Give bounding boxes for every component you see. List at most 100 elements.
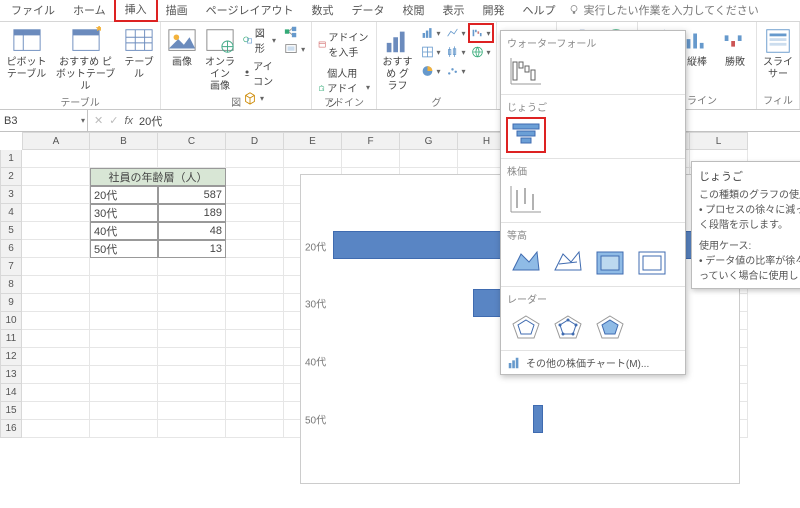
- row-header[interactable]: 6: [0, 240, 22, 258]
- chevron-down-icon[interactable]: ▾: [81, 116, 85, 125]
- row-header[interactable]: 10: [0, 312, 22, 330]
- models-button[interactable]: ▾: [241, 90, 278, 106]
- cell[interactable]: [90, 384, 158, 402]
- icons-button[interactable]: アイコン: [241, 57, 278, 89]
- cell[interactable]: [22, 330, 90, 348]
- slicer-button[interactable]: スライサー: [761, 24, 795, 83]
- formula-value[interactable]: 20代: [139, 113, 162, 129]
- cancel-icon[interactable]: ✕: [94, 114, 103, 127]
- row-header[interactable]: 11: [0, 330, 22, 348]
- waterfall-chart-thumb[interactable]: [507, 54, 545, 88]
- cell[interactable]: [226, 348, 284, 366]
- cell[interactable]: [226, 240, 284, 258]
- cell[interactable]: [90, 348, 158, 366]
- cell[interactable]: [158, 330, 226, 348]
- cell[interactable]: [158, 384, 226, 402]
- col-g[interactable]: G: [400, 132, 458, 150]
- tab-pagelayout[interactable]: ページレイアウト: [197, 0, 303, 21]
- shapes-button[interactable]: 図形▾: [241, 24, 278, 56]
- cell[interactable]: [22, 222, 90, 240]
- row-header[interactable]: 14: [0, 384, 22, 402]
- tab-formulas[interactable]: 数式: [302, 0, 342, 21]
- spark-wl-button[interactable]: 勝敗: [718, 24, 752, 71]
- col-e[interactable]: E: [284, 132, 342, 150]
- fx-button[interactable]: fx: [124, 115, 133, 127]
- row-header[interactable]: 1: [0, 150, 22, 168]
- cell[interactable]: 13: [158, 240, 226, 258]
- scatter-chart-button[interactable]: ▾: [444, 62, 468, 80]
- cell[interactable]: [342, 150, 400, 168]
- cell[interactable]: [90, 420, 158, 438]
- screenshot-button[interactable]: ▾: [282, 41, 307, 57]
- cell[interactable]: [158, 150, 226, 168]
- cell[interactable]: [22, 420, 90, 438]
- tab-home[interactable]: ホーム: [64, 0, 115, 21]
- tab-review[interactable]: 校閲: [393, 0, 433, 21]
- cell[interactable]: [90, 330, 158, 348]
- row-header[interactable]: 2: [0, 168, 22, 186]
- cell[interactable]: [158, 258, 226, 276]
- hier-chart-button[interactable]: ▾: [419, 43, 443, 61]
- cell[interactable]: 40代: [90, 222, 158, 240]
- tell-me-search[interactable]: 実行したい作業を入力してください: [564, 0, 762, 21]
- smartart-button[interactable]: [282, 24, 307, 40]
- col-c[interactable]: C: [158, 132, 226, 150]
- row-header[interactable]: 3: [0, 186, 22, 204]
- cell[interactable]: 587: [158, 186, 226, 204]
- col-a[interactable]: A: [22, 132, 90, 150]
- cell[interactable]: [226, 294, 284, 312]
- radar-markers-thumb[interactable]: [549, 310, 587, 344]
- cell[interactable]: [22, 402, 90, 420]
- radar-thumb[interactable]: [507, 310, 545, 344]
- cell[interactable]: [226, 312, 284, 330]
- row-header[interactable]: 8: [0, 276, 22, 294]
- funnel-chart-thumb[interactable]: [507, 118, 545, 152]
- online-picture-button[interactable]: オンライン 画像: [203, 24, 237, 95]
- cell[interactable]: 189: [158, 204, 226, 222]
- row-header[interactable]: 12: [0, 348, 22, 366]
- cell[interactable]: [22, 240, 90, 258]
- row-header[interactable]: 16: [0, 420, 22, 438]
- tab-insert[interactable]: 挿入: [115, 0, 157, 21]
- col-b[interactable]: B: [90, 132, 158, 150]
- cell[interactable]: [158, 366, 226, 384]
- enter-icon[interactable]: ✓: [109, 114, 118, 127]
- bar-chart-button[interactable]: ▾: [419, 24, 443, 42]
- cell[interactable]: [158, 348, 226, 366]
- name-box[interactable]: B3 ▾: [0, 110, 88, 131]
- table-button[interactable]: テーブル: [122, 24, 156, 83]
- row-header[interactable]: 4: [0, 204, 22, 222]
- cell[interactable]: [90, 366, 158, 384]
- cell[interactable]: [226, 258, 284, 276]
- cell[interactable]: [22, 258, 90, 276]
- cell[interactable]: 30代: [90, 204, 158, 222]
- cell[interactable]: [226, 330, 284, 348]
- cell[interactable]: [226, 276, 284, 294]
- tab-help[interactable]: ヘルプ: [513, 0, 564, 21]
- cell[interactable]: 48: [158, 222, 226, 240]
- cell[interactable]: [226, 402, 284, 420]
- cell[interactable]: [226, 186, 284, 204]
- cell[interactable]: [226, 150, 284, 168]
- cell[interactable]: [22, 366, 90, 384]
- row-header[interactable]: 15: [0, 402, 22, 420]
- cell[interactable]: [226, 420, 284, 438]
- cell[interactable]: [226, 222, 284, 240]
- cell[interactable]: [90, 276, 158, 294]
- tab-dev[interactable]: 開発: [473, 0, 513, 21]
- cell[interactable]: [22, 348, 90, 366]
- get-addins-button[interactable]: アドインを入手: [316, 28, 372, 60]
- contour-thumb[interactable]: [591, 246, 629, 280]
- cell[interactable]: [22, 294, 90, 312]
- cell[interactable]: 20代: [90, 186, 158, 204]
- col-l[interactable]: L: [690, 132, 748, 150]
- tab-file[interactable]: ファイル: [2, 0, 64, 21]
- cell[interactable]: [226, 168, 284, 186]
- row-header[interactable]: 13: [0, 366, 22, 384]
- map-chart-button[interactable]: ▾: [469, 43, 493, 61]
- tab-data[interactable]: データ: [342, 0, 393, 21]
- cell[interactable]: [90, 258, 158, 276]
- tab-draw[interactable]: 描画: [157, 0, 197, 21]
- tab-view[interactable]: 表示: [433, 0, 473, 21]
- stock-chart-thumb[interactable]: [507, 182, 545, 216]
